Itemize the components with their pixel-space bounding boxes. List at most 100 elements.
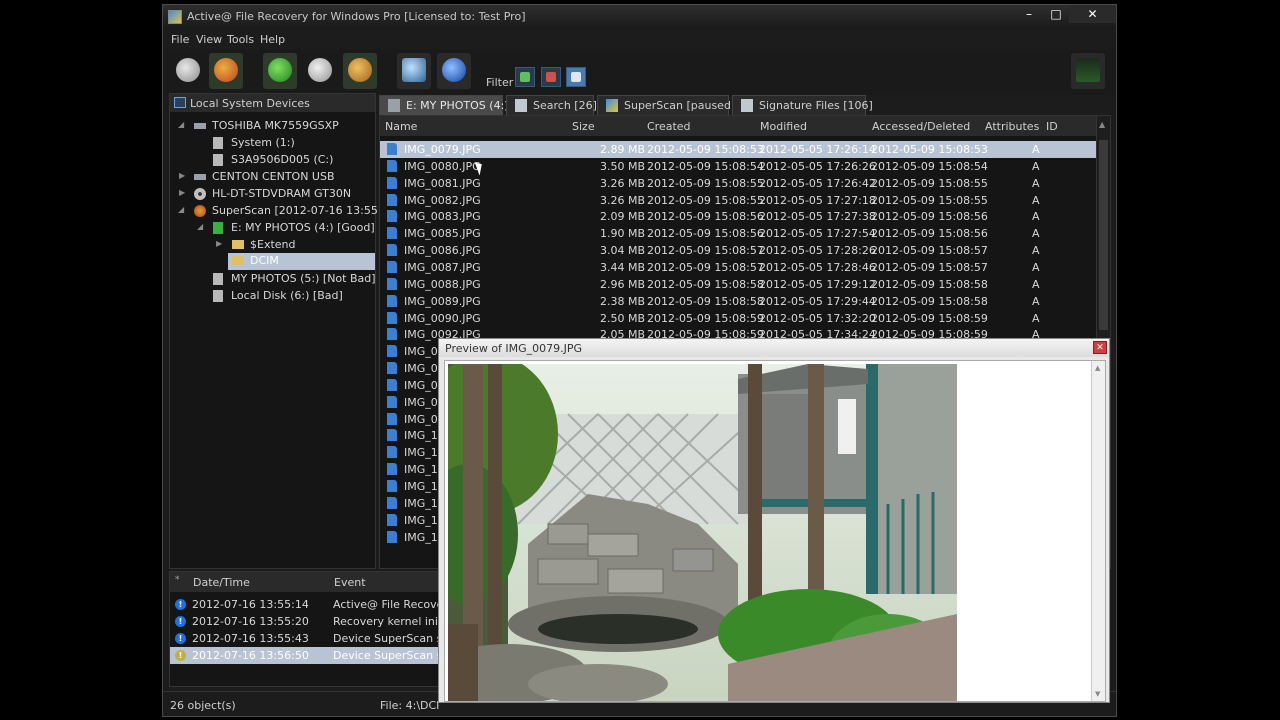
- table-row[interactable]: IMG_0090.JPG 2.50 MB 2012-05-09 15:08:59 20…: [380, 310, 1096, 327]
- filter-existing-button[interactable]: [515, 67, 535, 87]
- info-icon: !: [175, 599, 186, 610]
- close-button[interactable]: ✕: [1069, 5, 1116, 23]
- table-row[interactable]: IMG_0088.JPG 2.96 MB 2012-05-09 15:08:58 20…: [380, 276, 1096, 293]
- file-size: 2.38 MB: [600, 294, 646, 308]
- table-row[interactable]: IMG_0080.JPG 3.50 MB 2012-05-09 15:08:54 20…: [380, 158, 1096, 175]
- chart-icon: [1076, 58, 1100, 82]
- column-modified[interactable]: Modified: [760, 120, 807, 133]
- log-row[interactable]: ! 2012-07-16 13:55:20 Recovery kernel init…: [170, 613, 438, 630]
- recover-button[interactable]: [263, 53, 297, 89]
- preview-scrollbar[interactable]: ▲ ▼: [1091, 361, 1105, 701]
- tab-search[interactable]: Search [26]: [506, 95, 597, 115]
- preview-close-button[interactable]: ✕: [1093, 341, 1107, 354]
- file-name: IMG_0087.JPG: [404, 260, 481, 274]
- file-attributes: A: [1032, 294, 1040, 308]
- scroll-up-icon[interactable]: ▲: [1099, 120, 1105, 129]
- expand-arrow-icon[interactable]: ▶: [179, 185, 189, 201]
- file-created: 2012-05-09 15:08:59: [647, 311, 764, 325]
- menu-help[interactable]: Help: [260, 33, 285, 46]
- superscan-button[interactable]: [209, 53, 243, 89]
- file-icon: [387, 159, 397, 172]
- scan-button[interactable]: [171, 53, 205, 89]
- file-modified: 2012-05-05 17:29:12: [759, 277, 876, 291]
- column-date-time[interactable]: Date/Time: [193, 576, 250, 589]
- file-name: IMG_0: [404, 362, 438, 376]
- table-row[interactable]: IMG_0081.JPG 3.26 MB 2012-05-09 15:08:55 20…: [380, 175, 1096, 192]
- collapse-arrow-icon[interactable]: ◢: [178, 117, 188, 133]
- collapse-arrow-icon[interactable]: ◢: [197, 219, 207, 235]
- scroll-up-icon[interactable]: ▲: [1095, 364, 1100, 372]
- file-name: IMG_1: [404, 530, 438, 544]
- table-row[interactable]: IMG_0087.JPG 3.44 MB 2012-05-09 15:08:57 20…: [380, 259, 1096, 276]
- file-modified: 2012-05-05 17:32:20: [759, 311, 876, 325]
- table-row[interactable]: IMG_0086.JPG 3.04 MB 2012-05-09 15:08:57 20…: [380, 242, 1096, 259]
- scroll-down-icon[interactable]: ▼: [1095, 690, 1100, 698]
- recover-icon: [268, 58, 292, 82]
- file-name: IMG_0: [404, 395, 438, 409]
- file-name: IMG_0080.JPG: [404, 159, 481, 173]
- window-title: Active@ File Recovery for Windows Pro [L…: [187, 10, 526, 23]
- tab-signature-files[interactable]: Signature Files [106]: [732, 95, 873, 115]
- table-row[interactable]: IMG_0085.JPG 1.90 MB 2012-05-09 15:08:56 20…: [380, 225, 1096, 242]
- filter-all-button[interactable]: [566, 67, 586, 87]
- file-icon: [387, 496, 397, 509]
- preview-button[interactable]: [397, 53, 431, 89]
- file-modified: 2012-05-05 17:28:26: [759, 244, 876, 258]
- title-bar[interactable]: Active@ File Recovery for Windows Pro [L…: [163, 5, 1116, 29]
- file-accessed: 2012-05-09 15:08:57: [871, 260, 988, 274]
- partition-icon: [213, 154, 223, 166]
- disk-image-button[interactable]: [303, 53, 337, 89]
- menu-file[interactable]: File: [171, 33, 189, 46]
- file-attributes: A: [1032, 227, 1040, 241]
- file-created: 2012-05-09 15:08:55: [647, 176, 764, 190]
- minimize-button[interactable]: –: [1015, 5, 1043, 23]
- column-id[interactable]: ID: [1046, 120, 1058, 133]
- dvd-icon: [194, 188, 206, 200]
- file-icon: [387, 395, 397, 408]
- preview-title-bar[interactable]: Preview of IMG_0079.JPG ✕: [439, 339, 1109, 357]
- current-file-path: File: 4:\DCI: [380, 699, 440, 712]
- file-name: IMG_1: [404, 446, 438, 460]
- partition-icon: [213, 290, 223, 302]
- menu-view[interactable]: View: [196, 33, 222, 46]
- table-row[interactable]: IMG_0082.JPG 3.26 MB 2012-05-09 15:08:55 20…: [380, 192, 1096, 209]
- toolbar: Filter: [163, 49, 1116, 95]
- table-row[interactable]: IMG_0079.JPG 2.89 MB 2012-05-09 15:08:53 20…: [380, 141, 1096, 158]
- log-row[interactable]: ! 2012-07-16 13:55:43 Device SuperScan sta: [170, 630, 438, 647]
- log-row[interactable]: ! 2012-07-16 13:55:14 Active@ File Recover: [170, 596, 438, 613]
- log-row[interactable]: ! 2012-07-16 13:56:50 Device SuperScan sta: [170, 647, 438, 664]
- file-icon: [387, 446, 397, 459]
- file-created: 2012-05-09 15:08:58: [647, 294, 764, 308]
- tree-item-dcim[interactable]: DCIM: [228, 253, 375, 270]
- column-event[interactable]: Event: [334, 576, 366, 589]
- filter-deleted-button[interactable]: [541, 67, 561, 87]
- column-size[interactable]: Size: [572, 120, 595, 133]
- expand-arrow-icon[interactable]: ▶: [216, 236, 226, 252]
- tab-e-my-photos[interactable]: E: MY PHOTOS (4:): [379, 95, 509, 115]
- statistics-button[interactable]: [1071, 53, 1105, 89]
- tab-superscan[interactable]: SuperScan [paused]: [597, 95, 735, 115]
- file-icon: [387, 143, 397, 155]
- column-attributes[interactable]: Attributes: [985, 120, 1039, 133]
- menu-tools[interactable]: Tools: [227, 33, 254, 46]
- maximize-button[interactable]: □: [1043, 5, 1069, 23]
- collapse-arrow-icon[interactable]: ◢: [178, 202, 188, 218]
- scroll-thumb[interactable]: [1099, 140, 1108, 330]
- table-row[interactable]: IMG_0089.JPG 2.38 MB 2012-05-09 15:08:58 20…: [380, 293, 1096, 310]
- expand-arrow-icon[interactable]: ▶: [179, 168, 189, 184]
- file-name: IMG_1: [404, 513, 438, 527]
- table-row[interactable]: IMG_0083.JPG 2.09 MB 2012-05-09 15:08:56 20…: [380, 208, 1096, 225]
- app-icon: [168, 10, 182, 24]
- file-icon: [387, 328, 397, 341]
- column-created[interactable]: Created: [647, 120, 691, 133]
- file-created: 2012-05-09 15:08:54: [647, 159, 764, 173]
- properties-button[interactable]: [437, 53, 471, 89]
- file-icon: [387, 176, 397, 189]
- column-accessed-deleted[interactable]: Accessed/Deleted: [872, 120, 970, 133]
- partition-good-icon: [213, 222, 223, 234]
- column-name[interactable]: Name: [385, 120, 417, 133]
- virtual-disk-button[interactable]: [343, 53, 377, 89]
- preview-title: Preview of IMG_0079.JPG: [445, 342, 583, 355]
- file-modified: 2012-05-05 17:28:46: [759, 260, 876, 274]
- warning-icon: !: [175, 650, 186, 661]
